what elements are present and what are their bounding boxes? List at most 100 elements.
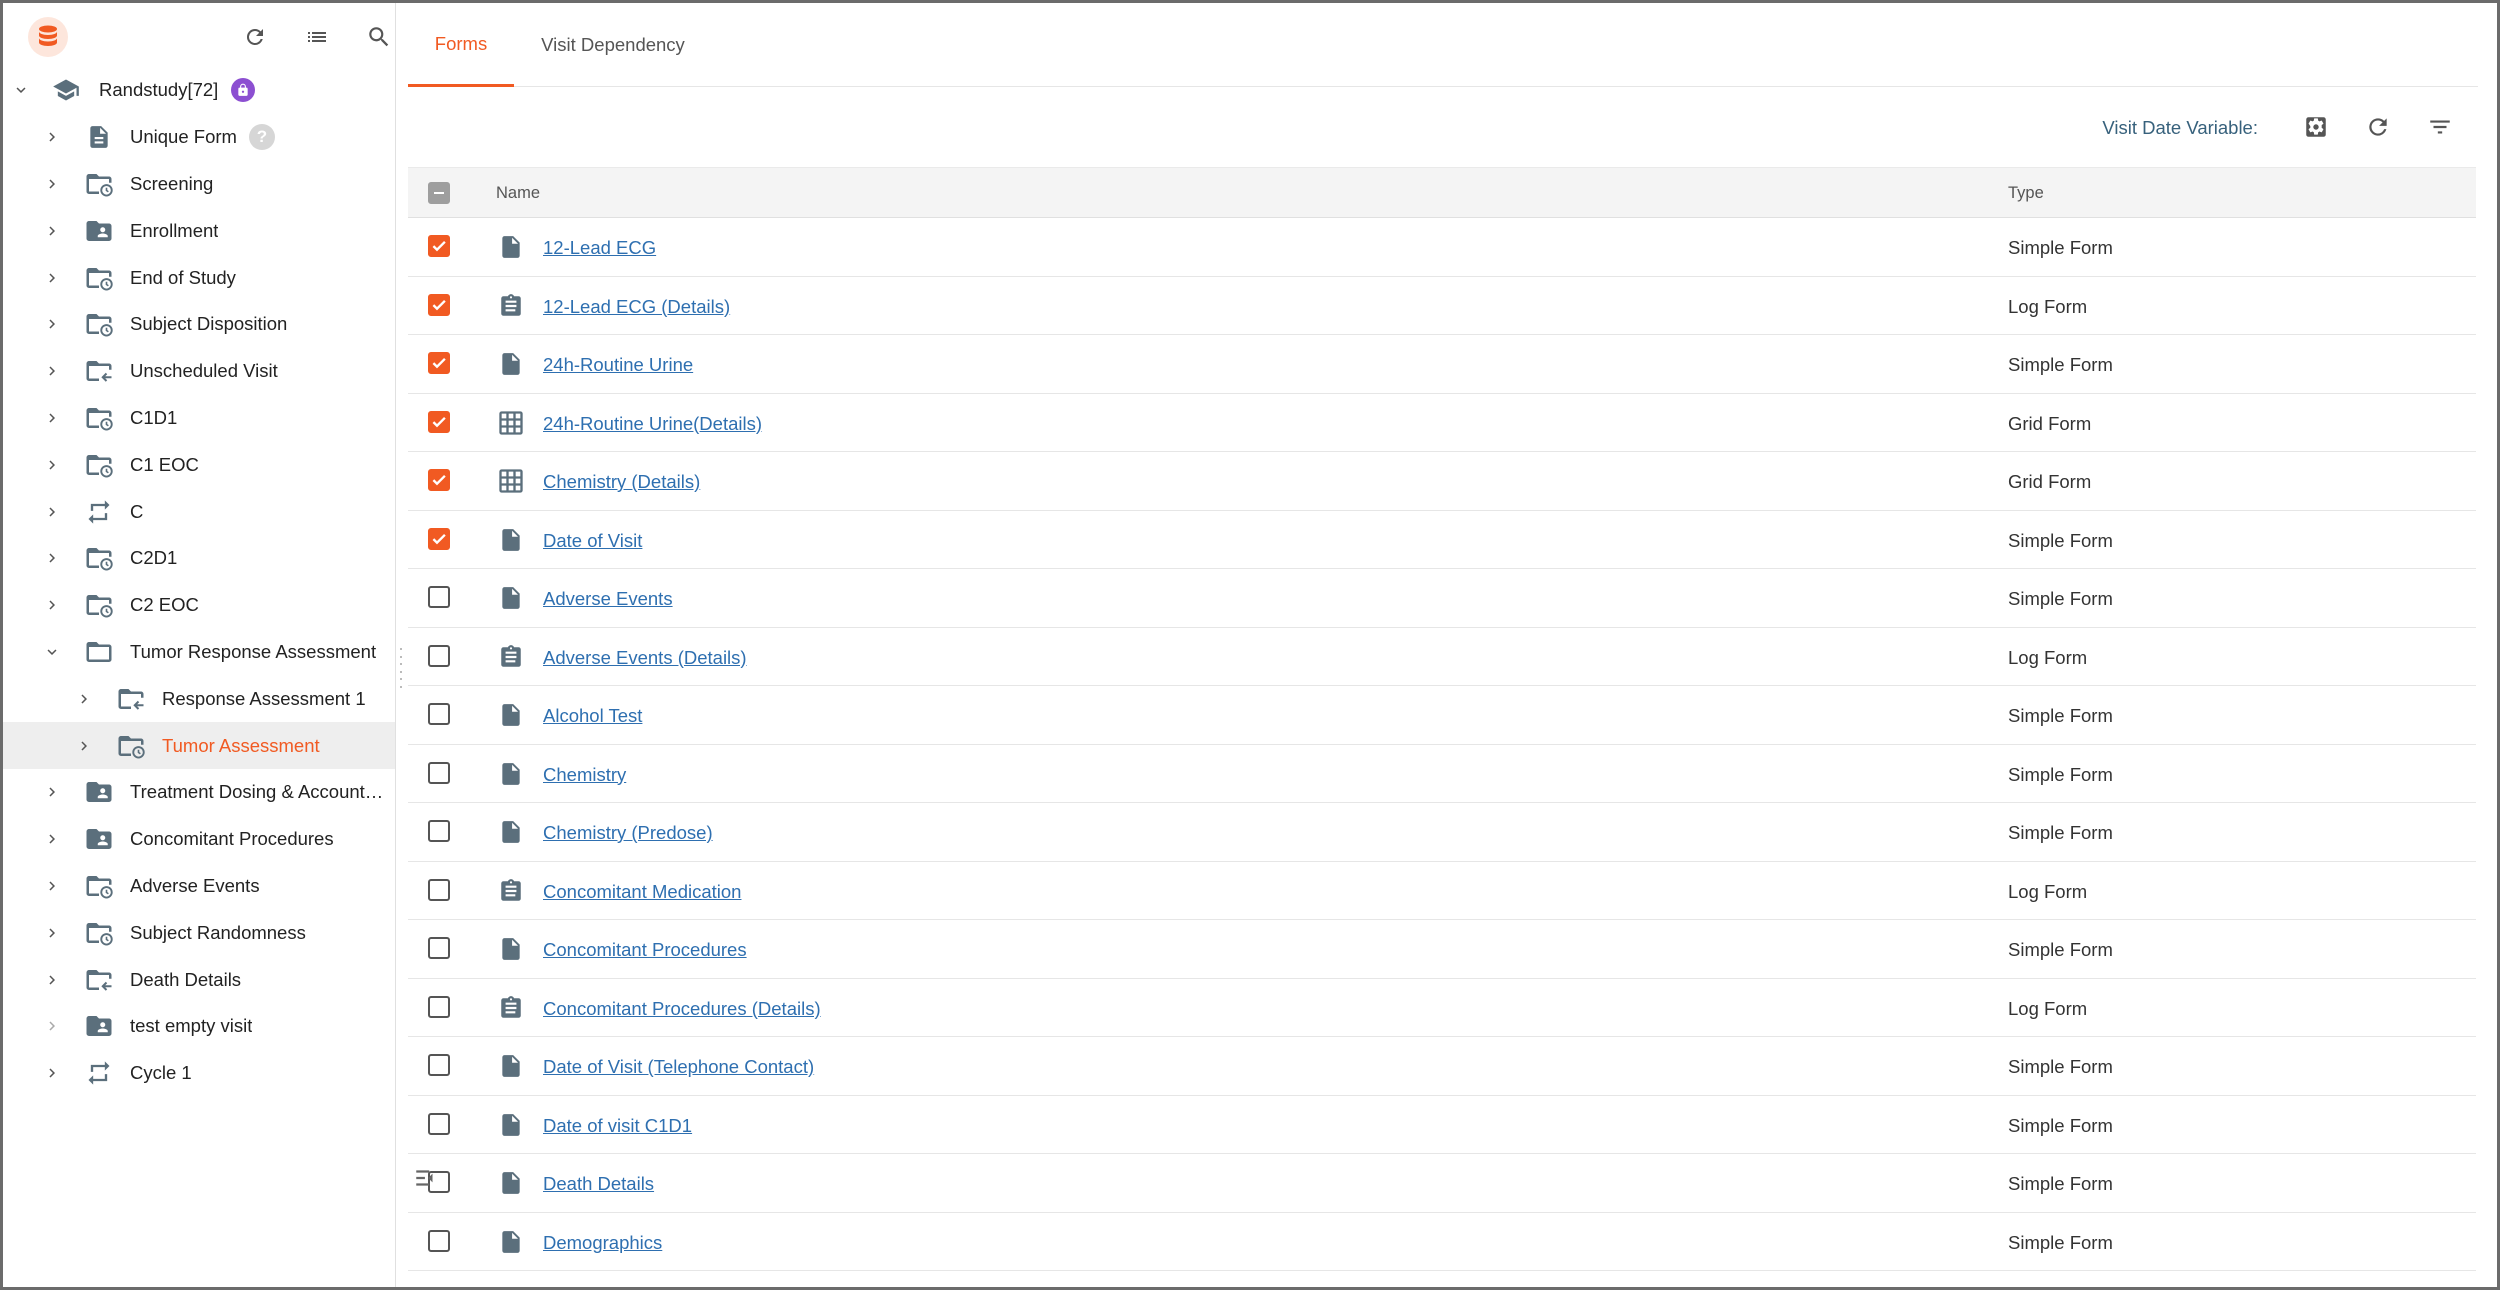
sidebar-item-c1-eoc[interactable]: C1 EOC [3,441,395,488]
table-row[interactable]: Demographics Simple Form [408,1213,2476,1271]
sidebar-item-tumor-assessment[interactable]: Tumor Assessment [3,722,395,769]
refresh-icon[interactable] [239,21,271,53]
form-name-link[interactable]: Date of Visit (Telephone Contact) [543,1056,814,1078]
sidebar-item-unscheduled-visit[interactable]: Unscheduled Visit [3,348,395,395]
row-checkbox[interactable] [428,527,450,550]
row-checkbox[interactable] [428,293,450,316]
chevron-right-icon[interactable] [40,1014,64,1038]
select-all-checkbox[interactable] [428,182,450,204]
table-row[interactable]: 12-Lead ECG Simple Form [408,218,2476,277]
sidebar-item-treatment-dosing-accountability[interactable]: Treatment Dosing & Accountability [3,769,395,816]
table-row[interactable]: 12-Lead ECG (Details) Log Form [408,277,2476,335]
row-checkbox[interactable] [428,820,450,842]
table-row[interactable]: Death Details Simple Form [408,1154,2476,1213]
form-name-link[interactable]: Chemistry [543,764,626,786]
column-header-type[interactable]: Type [2008,184,2044,203]
table-row[interactable]: Concomitant Procedures Simple Form [408,920,2476,979]
row-checkbox[interactable] [428,1112,450,1135]
sidebar-item-cycle-1[interactable]: Cycle 1 [3,1050,395,1097]
form-name-link[interactable]: Concomitant Procedures [543,939,747,961]
tab-visit-dependency[interactable]: Visit Dependency [528,3,698,87]
chevron-right-icon[interactable] [40,968,64,992]
row-checkbox[interactable] [428,1229,450,1252]
row-checkbox[interactable] [428,878,450,901]
settings-icon[interactable] [2298,109,2334,145]
resize-handle[interactable] [397,648,405,688]
form-name-link[interactable]: Concomitant Procedures (Details) [543,998,821,1020]
sidebar-item-concomitant-procedures[interactable]: Concomitant Procedures [3,816,395,863]
table-row[interactable]: 24h-Routine Urine Simple Form [408,335,2476,394]
table-row[interactable]: Adverse Events (Details) Log Form [408,628,2476,686]
form-name-link[interactable]: 12-Lead ECG [543,237,656,259]
sidebar-item-c2d1[interactable]: C2D1 [3,535,395,582]
row-checkbox[interactable] [428,644,450,667]
refresh-forms-icon[interactable] [2360,109,2396,145]
table-row[interactable]: Date of visit C1D1 Simple Form [408,1096,2476,1154]
sidebar-item-c1d1[interactable]: C1D1 [3,395,395,442]
chevron-down-icon[interactable] [40,640,64,664]
chevron-right-icon[interactable] [40,827,64,851]
chevron-right-icon[interactable] [40,874,64,898]
sidebar-item-c[interactable]: C [3,488,395,535]
table-row[interactable]: Chemistry (Details) Grid Form [408,452,2476,511]
form-name-link[interactable]: Adverse Events (Details) [543,647,747,669]
form-name-link[interactable]: 24h-Routine Urine [543,354,693,376]
form-name-link[interactable]: 12-Lead ECG (Details) [543,296,730,318]
row-checkbox[interactable] [428,937,450,959]
form-name-link[interactable]: Death Details [543,1173,654,1195]
chevron-right-icon[interactable] [40,453,64,477]
filter-icon[interactable] [2422,109,2458,145]
search-icon[interactable] [363,21,395,53]
chevron-right-icon[interactable] [72,687,96,711]
sidebar-item-death-details[interactable]: Death Details [3,956,395,1003]
sidebar-item-response-assessment-1[interactable]: Response Assessment 1 [3,675,395,722]
table-row[interactable]: Alcohol Test Simple Form [408,686,2476,745]
form-name-link[interactable]: Alcohol Test [543,705,642,727]
form-name-link[interactable]: Chemistry (Details) [543,471,700,493]
sidebar-item-subject-disposition[interactable]: Subject Disposition [3,301,395,348]
chevron-right-icon[interactable] [40,921,64,945]
chevron-right-icon[interactable] [40,359,64,383]
row-checkbox[interactable] [428,1054,450,1076]
sidebar-item-adverse-events[interactable]: Adverse Events [3,863,395,910]
chevron-right-icon[interactable] [40,172,64,196]
sidebar-item-c2-eoc[interactable]: C2 EOC [3,582,395,629]
row-checkbox[interactable] [428,410,450,433]
chevron-right-icon[interactable] [40,125,64,149]
collapse-sidebar-icon[interactable] [411,1163,441,1193]
chevron-right-icon[interactable] [40,593,64,617]
table-row[interactable]: Chemistry (Predose) Simple Form [408,803,2476,862]
row-checkbox[interactable] [428,703,450,725]
table-row[interactable]: Concomitant Procedures (Details) Log Form [408,979,2476,1037]
sidebar-item-tumor-response-assessment[interactable]: Tumor Response Assessment [3,629,395,676]
chevron-right-icon[interactable] [40,312,64,336]
form-name-link[interactable]: Date of Visit [543,530,642,552]
chevron-right-icon[interactable] [40,1061,64,1085]
sidebar-item-subject-randomness[interactable]: Subject Randomness [3,909,395,956]
help-icon[interactable]: ? [249,124,275,151]
table-row[interactable]: Date of Visit Simple Form [408,511,2476,569]
chevron-down-icon[interactable] [9,78,33,102]
table-row[interactable]: Concomitant Medication Log Form [408,862,2476,920]
chevron-right-icon[interactable] [72,734,96,758]
chevron-right-icon[interactable] [40,546,64,570]
table-row[interactable]: Chemistry Simple Form [408,745,2476,803]
sidebar-item-screening[interactable]: Screening [3,161,395,208]
form-name-link[interactable]: Concomitant Medication [543,881,741,903]
table-row[interactable]: Adverse Events Simple Form [408,569,2476,628]
form-name-link[interactable]: Date of visit C1D1 [543,1115,692,1137]
form-name-link[interactable]: 24h-Routine Urine(Details) [543,413,762,435]
row-checkbox[interactable] [428,586,450,608]
row-checkbox[interactable] [428,761,450,784]
list-icon[interactable] [301,21,333,53]
chevron-right-icon[interactable] [40,780,64,804]
row-checkbox[interactable] [428,235,450,257]
form-name-link[interactable]: Chemistry (Predose) [543,822,713,844]
chevron-right-icon[interactable] [40,266,64,290]
chevron-right-icon[interactable] [40,219,64,243]
chevron-right-icon[interactable] [40,406,64,430]
table-row[interactable]: 24h-Routine Urine(Details) Grid Form [408,394,2476,452]
table-row[interactable]: Date of Visit (Telephone Contact) Simple … [408,1037,2476,1096]
chevron-right-icon[interactable] [40,500,64,524]
form-name-link[interactable]: Adverse Events [543,588,673,610]
